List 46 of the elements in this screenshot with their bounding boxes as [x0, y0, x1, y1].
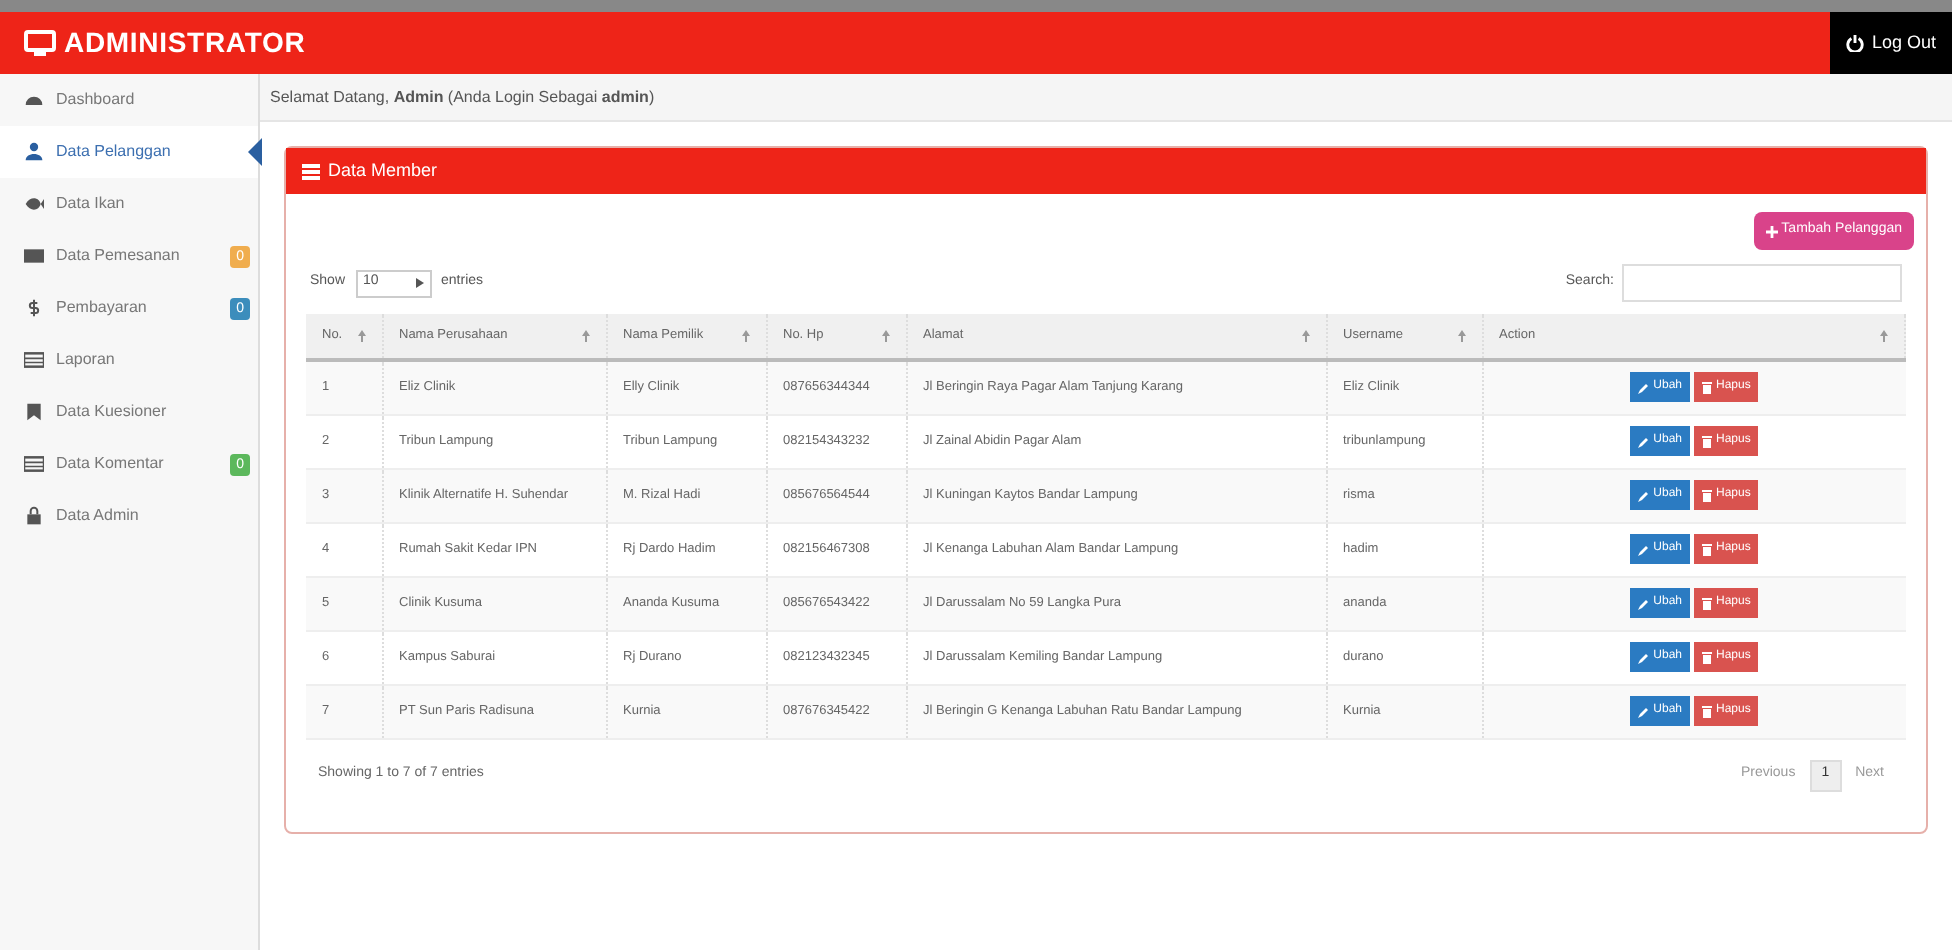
lock-icon [24, 506, 44, 526]
user-icon [24, 142, 44, 162]
sidebar-item[interactable]: Data Admin [0, 490, 258, 542]
table-icon [24, 454, 44, 474]
trash-icon [1702, 705, 1712, 717]
sort-icon [1457, 330, 1465, 342]
sort-icon [357, 330, 365, 342]
welcome-text: Selamat Datang, Admin (Anda Login Sebagai admin) [270, 85, 655, 109]
sort-icon [1880, 330, 1888, 342]
sort-icon [741, 330, 749, 342]
sidebar-item[interactable]: Data Kuesioner [0, 386, 258, 438]
sidebar-item[interactable]: Data Pelanggan [0, 126, 258, 178]
sort-icon [881, 330, 889, 342]
trash-icon [1702, 651, 1712, 663]
plus-icon [1765, 225, 1778, 237]
trash-icon [1702, 597, 1712, 609]
sort-icon [581, 330, 589, 342]
list-icon [302, 163, 320, 179]
card-icon [24, 246, 44, 266]
search-field[interactable] [1622, 264, 1902, 302]
pencil-icon [1637, 435, 1650, 447]
sidebar-item[interactable]: Dashboard [0, 74, 258, 126]
fish-icon [24, 194, 44, 214]
bookmark-icon [24, 402, 44, 422]
pencil-icon [1637, 705, 1650, 717]
sidebar-item[interactable]: Laporan [0, 334, 258, 386]
trash-icon [1702, 435, 1712, 447]
pencil-icon [1637, 597, 1650, 609]
sort-icon [1301, 330, 1309, 342]
pencil-icon [1637, 651, 1650, 663]
sidebar-item[interactable]: Data Ikan [0, 178, 258, 230]
table-icon [24, 350, 44, 370]
pencil-icon [1637, 543, 1650, 555]
trash-icon [1702, 489, 1712, 501]
logout-button[interactable]: Log Out [1829, 12, 1952, 74]
pointer-icon [248, 138, 262, 166]
pencil-icon [1637, 489, 1650, 501]
caret-icon [415, 278, 424, 288]
monitor-icon [24, 29, 56, 57]
app-title: ADMINISTRATOR [64, 24, 306, 62]
power-icon [1845, 34, 1864, 52]
panel-title: Data Member [328, 157, 438, 184]
trash-icon [1702, 543, 1712, 555]
dollar-icon [24, 298, 44, 318]
trash-icon [1702, 381, 1712, 394]
pencil-icon [1637, 381, 1650, 394]
